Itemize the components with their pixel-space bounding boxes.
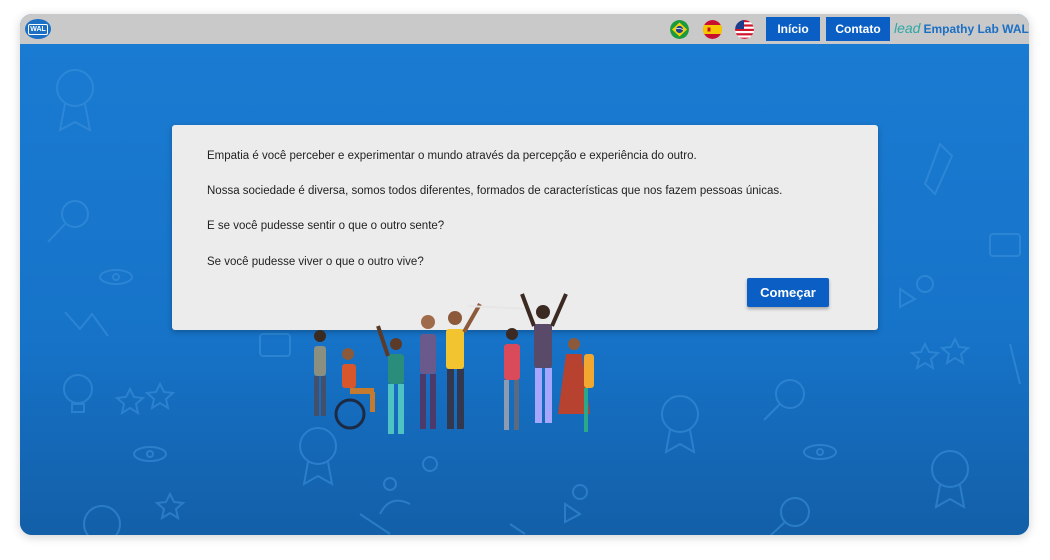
nav-inicio-button[interactable]: Início (766, 17, 820, 41)
intro-text-3: E se você pudesse sentir o que o outro s… (207, 220, 445, 232)
start-button[interactable]: Começar (747, 278, 829, 307)
intro-text-4: Se você pudesse viver o que o outro vive… (207, 256, 424, 268)
app-logo-badge[interactable]: WAL (25, 19, 51, 39)
hero-section: Empatia é você perceber e experimentar o… (20, 44, 1029, 535)
brand-logo[interactable]: lead Empathy Lab WAL (894, 20, 1029, 36)
badge-text: WAL (28, 23, 48, 35)
flag-brazil-icon[interactable] (670, 20, 689, 39)
top-bar: WAL Início Contato lead Empathy Lab WAL (20, 14, 1029, 44)
app-window: WAL Início Contato leadEmpathy Lab WAL (20, 14, 1029, 535)
brand-name: Empathy Lab WAL (923, 22, 1029, 36)
nav-contato-button[interactable]: Contato (826, 17, 890, 41)
intro-text-1: Empatia é você perceber e experimentar o… (207, 150, 697, 162)
flag-usa-icon[interactable] (735, 20, 754, 39)
flag-spain-icon[interactable] (703, 20, 722, 39)
diverse-people-illustration (314, 293, 594, 434)
intro-text-2: Nossa sociedade é diversa, somos todos d… (207, 185, 783, 197)
lead-logo: lead (894, 20, 921, 36)
